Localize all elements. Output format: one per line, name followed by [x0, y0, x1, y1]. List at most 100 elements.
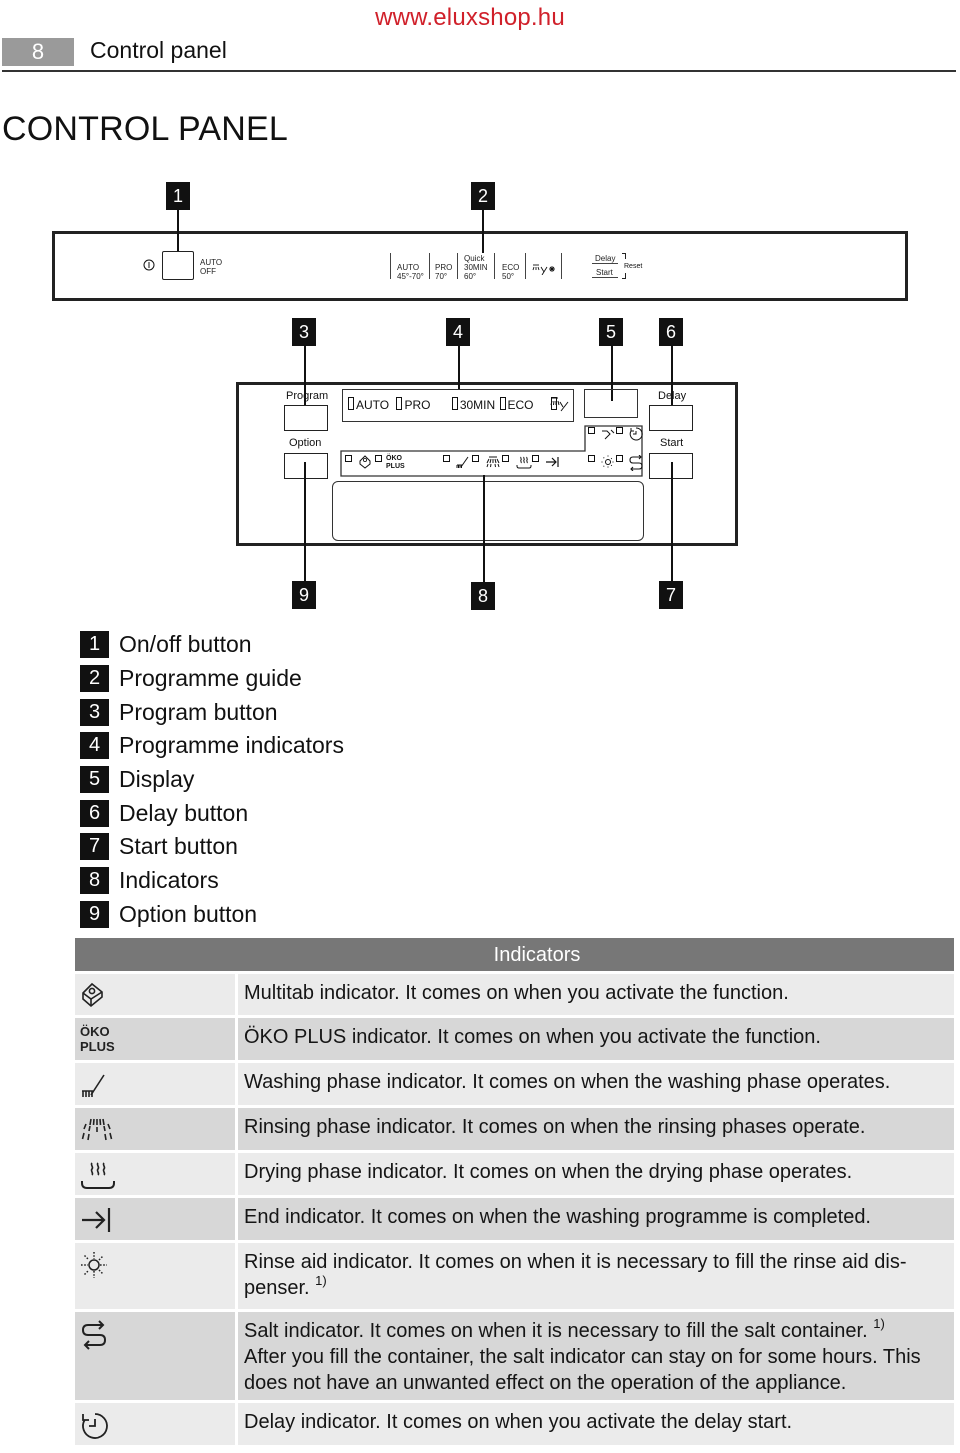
salt-text: Salt indicator. It comes on when it is n… [244, 1320, 868, 1342]
start-label-top: Start [596, 268, 613, 277]
program-button-label: Program [286, 390, 329, 402]
icon-cell [75, 1063, 235, 1105]
delay-button-label: Delay [658, 390, 687, 402]
legend-item: 4 Programme indicators [80, 729, 344, 763]
rinsing-phase-icon [81, 1118, 113, 1141]
row-description: Drying phase indicator. It comes on when… [238, 1153, 954, 1195]
callout-9: 9 [292, 581, 316, 609]
callout-1: 1 [166, 182, 190, 210]
option-button[interactable] [284, 453, 328, 479]
legend-number: 1 [80, 631, 109, 659]
table-row: ÖKO PLUS ÖKO PLUS indicator. It comes on… [75, 1018, 954, 1060]
salt-icon [81, 1320, 107, 1350]
guide-separator [494, 253, 495, 279]
legend-number: 4 [80, 732, 109, 760]
guide-separator [525, 253, 526, 279]
guide-eco-temp: 50° [502, 272, 515, 281]
footnote-ref[interactable]: 1) [873, 1316, 885, 1331]
delay-label-top: Delay [595, 254, 616, 263]
legend-label: On/off button [119, 631, 252, 658]
indicator-eco: ECO [507, 398, 534, 412]
legend-item: 2 Programme guide [80, 662, 344, 696]
reset-bracket-top [622, 253, 626, 259]
icon-cell [75, 1153, 235, 1195]
site-url[interactable]: www.eluxshop.hu [0, 4, 940, 32]
oko-plus-icon: ÖKO PLUS [80, 1024, 115, 1054]
led-indicator [588, 427, 595, 434]
led-eco [499, 397, 506, 410]
salt-icon [629, 454, 644, 472]
table-row: Rinse aid indicator. It comes on when it… [75, 1243, 954, 1309]
icon-cell [75, 1243, 235, 1309]
table-row: Salt indicator. It comes on when it is n… [75, 1312, 954, 1400]
plus-text: PLUS [386, 463, 405, 470]
icon-cell [75, 1312, 235, 1400]
multitab-icon [359, 455, 371, 469]
guide-auto-name: AUTO [397, 263, 420, 272]
guide-eco: ECO 50° [502, 263, 519, 281]
guide-auto-temp: 45°-70° [397, 272, 424, 281]
indicator-oko-plus: ÖKO PLUS [375, 455, 405, 471]
on-off-button[interactable] [162, 251, 194, 280]
legend-item: 9 Option button [80, 898, 344, 932]
footnote-ref[interactable]: 1) [315, 1273, 327, 1288]
auto-off-line1: AUTO [200, 258, 223, 267]
indicator-rinse-aid [588, 455, 615, 474]
header-icon-cell [75, 938, 238, 971]
plus-text: PLUS [80, 1039, 115, 1054]
led-delay [616, 427, 623, 434]
indicator-top-left [588, 427, 617, 446]
indicator-pro: PRO [404, 398, 431, 412]
legend-label: Program button [119, 698, 278, 725]
legend-label: Indicators [119, 867, 219, 894]
legend-item: 7 Start button [80, 830, 344, 864]
indicator-auto: AUTO [356, 398, 390, 412]
section-label: Control panel [90, 37, 227, 63]
legend-label: Start button [119, 833, 238, 860]
rinse-hold-icon [550, 397, 569, 412]
table-row: Rinsing phase indicator. It comes on whe… [75, 1108, 954, 1150]
delay-button[interactable] [649, 405, 693, 431]
legend-label: Programme guide [119, 665, 302, 692]
guide-quick: Quick 30MIN 60° [464, 254, 488, 281]
led-pro [396, 397, 403, 410]
table-row: Drying phase indicator. It comes on when… [75, 1153, 954, 1195]
legend-item: 8 Indicators [80, 864, 344, 898]
legend-number: 8 [80, 867, 109, 895]
led-multitab [345, 455, 352, 462]
end-icon [546, 457, 560, 467]
indicator-end [532, 455, 561, 474]
program-button[interactable] [284, 405, 328, 431]
led-rinsing [472, 455, 479, 462]
callout-6: 6 [659, 318, 683, 346]
indicator-rinsing [472, 455, 501, 474]
row-description: ÖKO PLUS indicator. It comes on when you… [238, 1018, 954, 1060]
indicator-delay [616, 427, 644, 446]
icon-cell: ÖKO PLUS [75, 1018, 235, 1060]
legend-label: Delay button [119, 799, 249, 826]
start-divider [592, 277, 618, 278]
rinse-aid-icon [601, 455, 615, 469]
legend-item: 1 On/off button [80, 628, 344, 662]
programme-indicators: AUTO PRO 30MIN ECO [348, 397, 559, 412]
delay-divider [592, 263, 618, 264]
indicator-washing [443, 455, 470, 474]
legend-number: 7 [80, 833, 109, 861]
icon-cell [75, 1403, 235, 1445]
leader-line-2 [482, 210, 484, 253]
legend-number: 9 [80, 900, 109, 928]
table-row: End indicator. It comes on when the wash… [75, 1198, 954, 1240]
salt-text-note: After you fill the container, the salt i… [244, 1346, 921, 1394]
guide-auto: AUTO 45°-70° [397, 263, 424, 281]
led-end [532, 455, 539, 462]
led-oko-plus [375, 455, 382, 462]
display [584, 389, 638, 418]
delay-icon [630, 427, 644, 441]
auto-off-line2: OFF [200, 267, 216, 276]
row-description: Salt indicator. It comes on when it is n… [238, 1312, 954, 1400]
legend-list: 1 On/off button 2 Programme guide 3 Program… [80, 628, 344, 931]
legend-number: 6 [80, 799, 109, 827]
indicator-30min: 30MIN [459, 398, 496, 412]
row-description: Washing phase indicator. It comes on whe… [238, 1063, 954, 1105]
led-auto [348, 397, 354, 410]
